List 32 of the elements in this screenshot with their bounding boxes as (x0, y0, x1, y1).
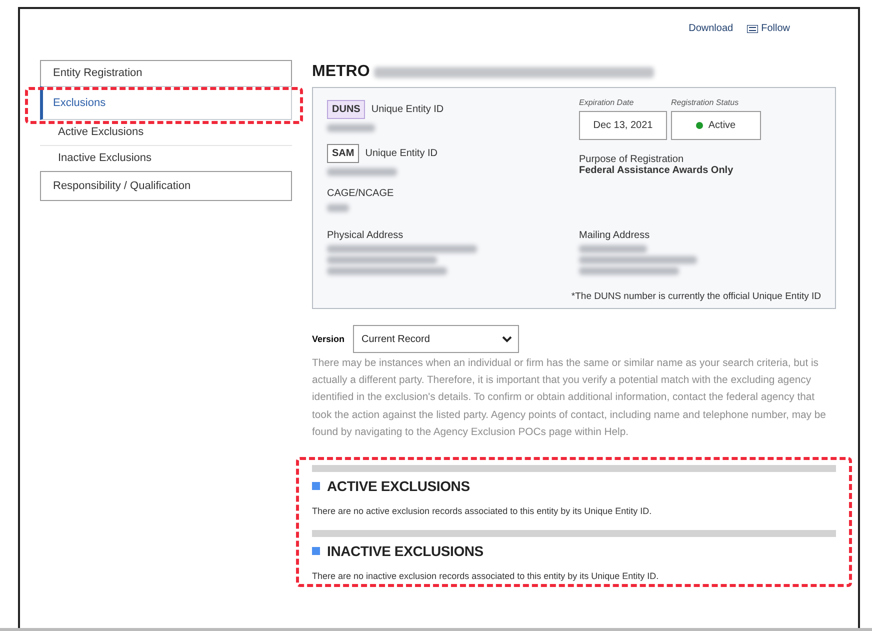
field-label: Unique Entity ID (371, 104, 444, 115)
field-label: Mailing Address (579, 230, 651, 241)
field-label: CAGE/NCAGE (327, 188, 395, 199)
field-label: Purpose of Registration (579, 154, 685, 165)
expiration-date: Dec 13, 2021 (579, 111, 667, 140)
id-badge: SAM (327, 144, 360, 163)
version-select[interactable]: Current Record (352, 325, 519, 353)
entity-name: METRO (312, 63, 370, 81)
nav-item[interactable]: Entity Registration (40, 60, 292, 87)
field-label: Version (312, 334, 345, 344)
square-bullet-icon (312, 482, 320, 490)
field-label: Unique Entity ID (365, 148, 438, 159)
notice-paragraph: There may be instances when an individual or firm has the same or similar name as your search criteria, but is actually a different party. Therefore, it is important that you verify a potential match with the excluding agency identified in the exclusion's details. To confirm or obtain additional information, contact the federal agency that took the action against the listed party. Agency points of contact, including name and telephone number, may be found by navigating to the Agency Exclusion POCs page within Help. (312, 357, 827, 440)
download-link[interactable]: Download (688, 23, 734, 34)
registration-status: Active (708, 120, 736, 131)
section-heading: INACTIVE EXCLUSIONS (327, 543, 484, 560)
field-label: Physical Address (327, 230, 404, 241)
id-badge: DUNS (327, 100, 366, 119)
section-message: There are no inactive exclusion records associated to this entity by its Unique Entity ID. (312, 571, 660, 582)
follow-link[interactable]: Follow (747, 23, 790, 34)
field-value: Federal Assistance Awards Only (579, 165, 734, 176)
footnote: *The DUNS number is currently the official Unique Entity ID (570, 291, 821, 302)
field-label: Registration Status (671, 98, 740, 107)
nav-item[interactable]: Responsibility / Qualification (40, 171, 292, 201)
list-icon (747, 24, 758, 32)
field-label: Expiration Date (579, 98, 635, 107)
square-bullet-icon (312, 547, 320, 556)
section-message: There are no active exclusion records associated to this entity by its Unique Entity ID. (312, 506, 653, 516)
section-heading: ACTIVE EXCLUSIONS (327, 478, 470, 494)
nav-item[interactable]: Exclusions (40, 86, 292, 120)
nav-subitem[interactable]: Active Exclusions (40, 120, 292, 146)
chevron-down-icon (502, 336, 512, 342)
